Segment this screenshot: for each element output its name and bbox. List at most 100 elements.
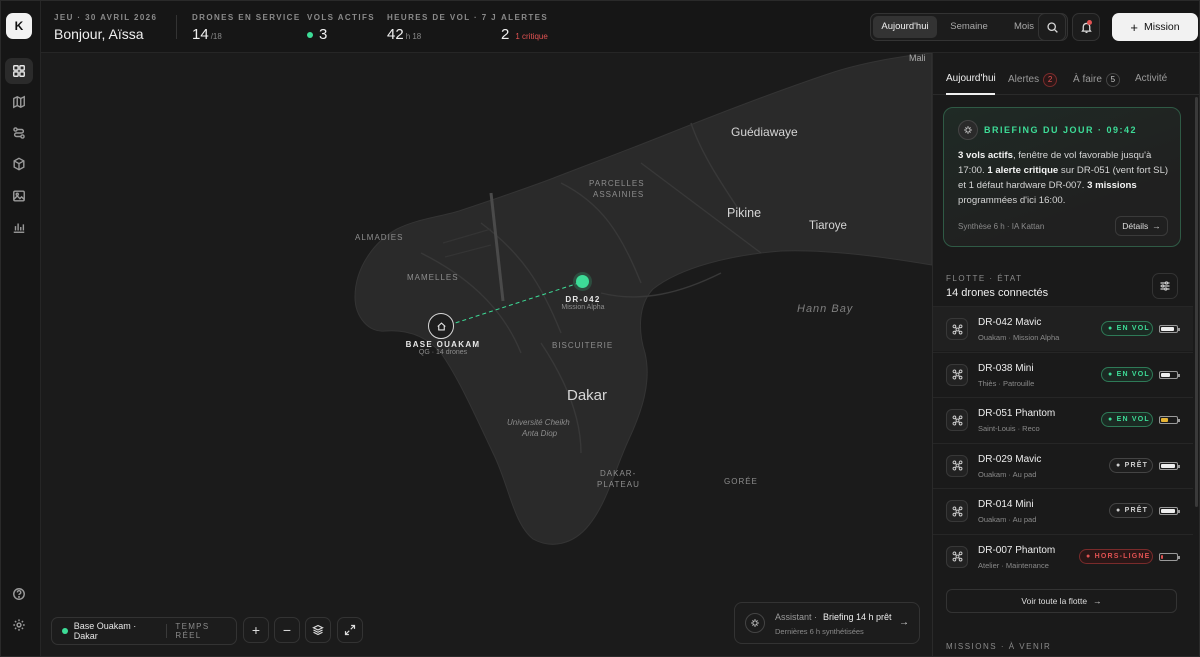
briefing-span: programmées d'ici 16:00. (958, 195, 1066, 206)
status-dot: ● (1108, 416, 1117, 423)
map-label-goree: GORÉE (724, 477, 758, 486)
panel-scrollbar[interactable] (1195, 97, 1198, 507)
drone-location: Ouakam · Au pad (978, 515, 1037, 524)
new-mission-button[interactable]: + Mission (1112, 13, 1198, 41)
stat-alerts: ALERTES 2 1 critique (501, 13, 548, 43)
fullscreen-button[interactable] (337, 617, 363, 643)
dashboard-icon[interactable] (5, 58, 33, 84)
missions-header: MISSIONS · À VENIR (946, 642, 1052, 651)
status-dot: ● (1116, 461, 1125, 469)
search-button[interactable] (1038, 13, 1066, 41)
drone-marker-title: DR-042 (565, 295, 601, 304)
zoom-out-button[interactable]: − (274, 617, 300, 643)
briefing-bold: 3 missions (1087, 180, 1137, 191)
fleet-count: 14 drones connectés (946, 287, 1049, 299)
status-dot: ● (1116, 507, 1125, 514)
stat-label: ALERTES (501, 13, 549, 22)
drone-location: Ouakam · Mission Alpha (978, 333, 1060, 342)
drone-icon (946, 409, 968, 431)
image-icon[interactable] (5, 183, 33, 209)
assistant-label: Assistant · (775, 612, 818, 622)
daily-briefing-card: BRIEFING DU JOUR · 09:42 3 vols actifs, … (943, 107, 1181, 247)
drone-name: DR-007 Phantom (978, 544, 1056, 556)
top-bar: JEU · 30 AVRIL 2026 Bonjour, Aïssa DRONE… (41, 1, 1199, 53)
stat-label: DRONES EN SERVICE (192, 13, 301, 22)
battery-icon (1159, 416, 1180, 424)
stat-flight-hours: HEURES DE VOL · 7 J 42 h 18 (387, 13, 497, 43)
drone-name: DR-029 Mavic (978, 453, 1042, 465)
search-icon (1046, 21, 1058, 33)
status-label: PRÊT (1124, 507, 1149, 514)
help-icon[interactable] (5, 581, 33, 607)
see-all-fleet-button[interactable]: Voir toute la flotte → (946, 589, 1177, 613)
right-panel: Aujourd'hui Alertes 2 À faire 5 Activité B… (932, 53, 1199, 656)
period-today[interactable]: Aujourd'hui (873, 16, 937, 38)
live-location-chip[interactable]: Base Ouakam · Dakar TEMPS RÉEL (51, 617, 237, 645)
stat-value: 3 (319, 26, 328, 43)
chart-icon[interactable] (5, 214, 33, 240)
app-logo[interactable]: K (6, 13, 32, 39)
tab-today[interactable]: Aujourd'hui (946, 73, 996, 84)
alerts-count-badge: 2 (1043, 73, 1058, 87)
map-label-tiaroye: Tiaroye (809, 220, 847, 232)
date-label: JEU · 30 AVRIL 2026 (54, 13, 158, 22)
briefing-bold: 1 alerte critique (987, 165, 1059, 176)
drone-marker[interactable] (576, 275, 589, 288)
details-button[interactable]: Détails → (1115, 216, 1168, 236)
base-marker[interactable] (428, 313, 454, 339)
notifications-button[interactable] (1072, 13, 1100, 41)
map-icon[interactable] (5, 89, 33, 115)
active-tab-indicator (946, 93, 995, 95)
map-label-mali: Mali (909, 53, 926, 63)
drone-row[interactable]: DR-042 Mavic Ouakam · Mission Alpha ● EN V… (933, 306, 1193, 351)
drone-icon (946, 545, 968, 568)
drone-row[interactable]: DR-007 Phantom Atelier · Maintenance ● HOR… (933, 533, 1193, 579)
expand-icon (344, 624, 356, 636)
assistant-subtitle: Dernières 6 h synthétisées (775, 627, 864, 636)
drone-name: DR-014 Mini (978, 499, 1034, 510)
zoom-in-button[interactable]: + (243, 617, 269, 643)
drone-row[interactable]: DR-051 Phantom Saint-Louis · Reco ● EN VOL (933, 397, 1193, 442)
sliders-icon (1160, 281, 1170, 291)
map-label-universite-2: Anta Diop (522, 429, 558, 438)
live-mode: TEMPS RÉEL (175, 622, 210, 640)
tab-activity[interactable]: Activité (1135, 73, 1167, 84)
battery-level (1161, 554, 1163, 559)
map-label-hann-bay: Hann Bay (797, 303, 854, 315)
stat-value: 2 (501, 26, 510, 43)
status-label: EN VOL (1116, 416, 1150, 423)
plus-icon: + (251, 622, 261, 638)
fleet-label: FLOTTE · ÉTAT (946, 274, 1023, 283)
settings-icon[interactable] (5, 612, 33, 638)
layers-button[interactable] (305, 617, 331, 643)
assistant-card[interactable]: Assistant · Briefing 14 h prêt Dernières … (734, 602, 920, 644)
cube-icon[interactable] (5, 151, 33, 177)
stat-label: VOLS ACTIFS (307, 13, 375, 22)
battery-level (1161, 463, 1176, 468)
period-week[interactable]: Semaine (939, 16, 999, 38)
drone-name: DR-051 Phantom (978, 408, 1056, 419)
map-view[interactable]: Mali Guédiawaye PARCELLES ASSAINIES Piki… (41, 53, 932, 656)
drone-row[interactable]: DR-029 Mavic Ouakam · Au pad ● PRÊT (933, 442, 1193, 488)
todo-count-badge: 5 (1105, 73, 1120, 87)
status-label: EN VOL (1116, 370, 1150, 378)
briefing-title: BRIEFING DU JOUR · 09:42 (984, 125, 1138, 135)
live-dot (307, 32, 313, 39)
map-label-universite-1: Université Cheikh (507, 418, 570, 427)
drone-row[interactable]: DR-038 Mini Thiès · Patrouille ● EN VOL (933, 351, 1193, 397)
left-rail: K (1, 1, 41, 656)
fleet-filter-button[interactable] (1152, 273, 1178, 299)
drone-row[interactable]: DR-014 Mini Ouakam · Au pad ● PRÊT (933, 488, 1193, 533)
drone-status-badge: ● HORS-LIGNE (1079, 548, 1153, 564)
live-location: Base Ouakam · Dakar (73, 621, 137, 641)
tab-label: À faire (1073, 74, 1102, 85)
battery-level (1161, 509, 1175, 513)
stat-unit: h 18 (405, 32, 422, 41)
map-label-almadies: ALMADIES (355, 233, 404, 242)
tab-alerts[interactable]: Alertes 2 (1008, 73, 1058, 87)
tab-todo[interactable]: À faire 5 (1073, 73, 1120, 87)
briefing-footer: Synthèse 6 h · IA Kattan (958, 222, 1045, 231)
routes-icon[interactable] (5, 120, 33, 146)
critical-note: 1 critique (515, 32, 548, 41)
map-label-dakar: Dakar (567, 387, 608, 404)
